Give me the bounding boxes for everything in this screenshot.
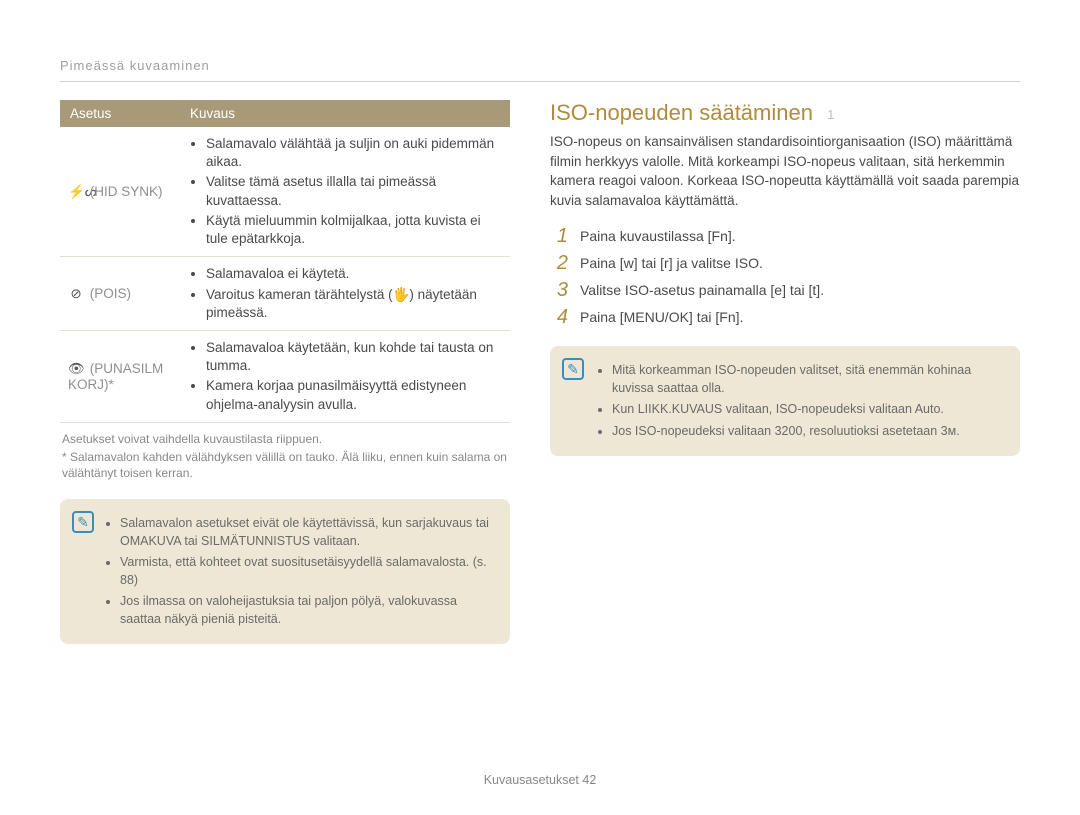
- header-rule: [60, 81, 1020, 82]
- step: 1 Paina kuvaustilassa [Fn].: [550, 226, 1020, 247]
- step-text: Valitse ISO-asetus painamalla [e] tai [t…: [580, 280, 824, 301]
- flash-off-icon: ⊘: [68, 286, 84, 302]
- content-columns: Asetus Kuvaus ⚡ᔕ (HID SYNK) Salamavalo v…: [60, 100, 1020, 644]
- step-text: Paina kuvaustilassa [Fn].: [580, 226, 736, 247]
- footnotes: Asetukset voivat vaihdella kuvaustilasta…: [60, 431, 510, 482]
- redeye-fix-icon: 👁: [68, 361, 84, 377]
- list-item: Salamavaloa käytetään, kun kohde tai tau…: [206, 339, 502, 375]
- steps-list: 1 Paina kuvaustilassa [Fn]. 2 Paina [w] …: [550, 226, 1020, 328]
- list-item: Salamavalo välähtää ja suljin on auki pi…: [206, 135, 502, 171]
- heading-sub: 1: [827, 107, 834, 122]
- step-text: Paina [w] tai [r] ja valitse ISO.: [580, 253, 763, 274]
- step: 3 Valitse ISO-asetus painamalla [e] tai …: [550, 280, 1020, 301]
- th-kuvaus: Kuvaus: [180, 100, 510, 127]
- intro-paragraph: ISO-nopeus on kansainvälisen standardiso…: [550, 132, 1020, 210]
- step-number: 3: [550, 280, 568, 300]
- list-item: Kamera korjaa punasilmäisyyttä edistynee…: [206, 377, 502, 413]
- setting-label: (POIS): [90, 286, 131, 301]
- list-item: Varoitus kameran tärähtelystä (🖐) näytet…: [206, 286, 502, 322]
- heading-text: ISO-nopeuden säätäminen: [550, 100, 813, 125]
- page-footer: Kuvausasetukset 42: [0, 773, 1080, 787]
- footnote: * Salamavalon kahden välähdyksen välillä…: [62, 449, 510, 481]
- table-row: 👁 (PUNASILM KORJ)* Salamavaloa käytetään…: [60, 330, 510, 422]
- tip-item: Kun LIIKK.KUVAUS valitaan, ISO-nopeudeks…: [612, 401, 1004, 419]
- left-column: Asetus Kuvaus ⚡ᔕ (HID SYNK) Salamavalo v…: [60, 100, 510, 644]
- right-column: ISO-nopeuden säätäminen 1 ISO-nopeus on …: [550, 100, 1020, 644]
- table-row: ⚡ᔕ (HID SYNK) Salamavalo välähtää ja sul…: [60, 127, 510, 257]
- tip-item: Jos ISO-nopeudeksi valitaan 3200, resolu…: [612, 423, 1004, 441]
- tip-item: Mitä korkeamman ISO-nopeuden valitset, s…: [612, 362, 1004, 397]
- table-row: ⊘ (POIS) Salamavaloa ei käytetä. Varoitu…: [60, 257, 510, 331]
- list-item: Käytä mieluummin kolmijalkaa, jotta kuvi…: [206, 212, 502, 248]
- page-header: Pimeässä kuvaaminen: [60, 58, 1020, 73]
- tip-item: Jos ilmassa on valoheijastuksia tai palj…: [120, 593, 494, 628]
- tip-item: Salamavalon asetukset eivät ole käytettä…: [120, 515, 494, 550]
- section-heading: ISO-nopeuden säätäminen 1: [550, 100, 1020, 126]
- step-number: 2: [550, 253, 568, 273]
- step-number: 1: [550, 226, 568, 246]
- th-asetus: Asetus: [60, 100, 180, 127]
- flash-slow-sync-icon: ⚡ᔕ: [68, 184, 84, 200]
- tip-box-left: ✎ Salamavalon asetukset eivät ole käytet…: [60, 499, 510, 644]
- tip-item: Varmista, että kohteet ovat suositusetäi…: [120, 554, 494, 589]
- step-number: 4: [550, 307, 568, 327]
- list-item: Salamavaloa ei käytetä.: [206, 265, 502, 283]
- settings-table: Asetus Kuvaus ⚡ᔕ (HID SYNK) Salamavalo v…: [60, 100, 510, 423]
- note-icon: ✎: [562, 358, 584, 380]
- step: 4 Paina [MENU/OK] tai [Fn].: [550, 307, 1020, 328]
- step: 2 Paina [w] tai [r] ja valitse ISO.: [550, 253, 1020, 274]
- list-item: Valitse tämä asetus illalla tai pimeässä…: [206, 173, 502, 209]
- setting-label: (HID SYNK): [90, 184, 163, 199]
- step-text: Paina [MENU/OK] tai [Fn].: [580, 307, 743, 328]
- tip-box-right: ✎ Mitä korkeamman ISO-nopeuden valitset,…: [550, 346, 1020, 456]
- note-icon: ✎: [72, 511, 94, 533]
- footnote: Asetukset voivat vaihdella kuvaustilasta…: [62, 431, 510, 447]
